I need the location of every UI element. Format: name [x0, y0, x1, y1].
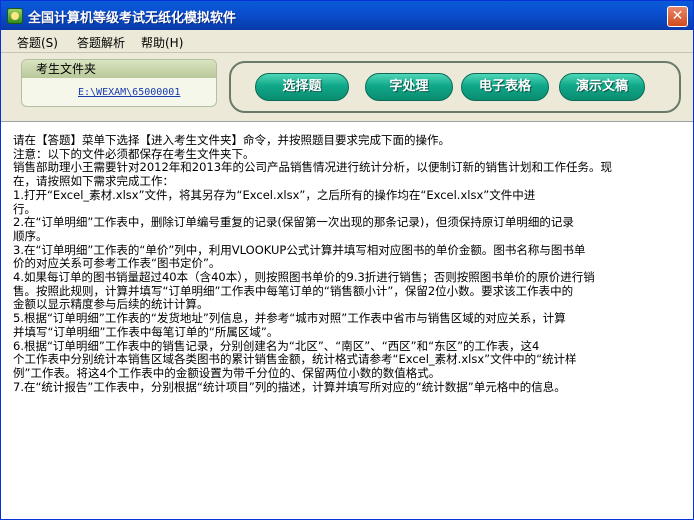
- presentation-button[interactable]: 演示文稿: [559, 73, 645, 101]
- close-button[interactable]: ✕: [667, 6, 688, 27]
- word-processing-button[interactable]: 字处理: [365, 73, 453, 101]
- top-panel: 考生文件夹 E:\WEXAM\65000001 选择题 字处理 电子表格 演示文…: [1, 53, 693, 121]
- question-line: 4.如果每订单的图书销量超过40本（含40本），则按照图书单价的9.3折进行销售…: [13, 271, 595, 285]
- question-line: 在，请按照如下需求完成工作：: [13, 175, 174, 189]
- question-line: 售。按照此规则，计算并填写“订单明细”工作表中每笔订单的“销售额小计”，保留2位…: [13, 284, 574, 298]
- question-text: 请在【答题】菜单下选择【进入考生文件夹】命令，并按照题目要求完成下面的操作。 注意…: [13, 134, 679, 394]
- title-bar[interactable]: 全国计算机等级考试无纸化模拟软件 ✕: [1, 1, 693, 30]
- app-window: 全国计算机等级考试无纸化模拟软件 ✕ 答题(S) 答题解析 帮助(H) 考生文件…: [0, 0, 694, 520]
- question-line: 行。: [13, 202, 36, 216]
- close-icon: ✕: [671, 8, 684, 24]
- question-line: 3.在“订单明细”工作表的“单价”列中，利用VLOOKUP公式计算并填写相对应图…: [13, 243, 586, 257]
- question-content: 请在【答题】菜单下选择【进入考生文件夹】命令，并按照题目要求完成下面的操作。 注意…: [1, 121, 693, 519]
- question-type-panel: 选择题 字处理 电子表格 演示文稿: [229, 61, 681, 113]
- question-line: 顺序。: [13, 229, 48, 243]
- question-line: 注意：以下的文件必须都保存在考生文件夹下。: [13, 147, 255, 161]
- question-line: 金额以显示精度参与后续的统计计算。: [13, 298, 209, 312]
- window-title: 全国计算机等级考试无纸化模拟软件: [28, 10, 237, 25]
- question-line: 例”工作表。将这4个工作表中的金额设置为带千分位的、保留两位小数的数值格式。: [13, 366, 441, 380]
- menu-bar: 答题(S) 答题解析 帮助(H): [1, 30, 693, 53]
- exam-folder-box: 考生文件夹 E:\WEXAM\65000001: [21, 59, 217, 107]
- exam-folder-link[interactable]: E:\WEXAM\65000001: [78, 87, 180, 98]
- question-line: 6.根据“订单明细”工作表中的销售记录，分别创建名为“北区”、“南区”、“西区”…: [13, 339, 540, 353]
- question-line: 2.在“订单明细”工作表中，删除订单编号重复的记录(保留第一次出现的那条记录)，…: [13, 216, 574, 230]
- spreadsheet-button[interactable]: 电子表格: [461, 73, 549, 101]
- question-line: 请在【答题】菜单下选择【进入考生文件夹】命令，并按照题目要求完成下面的操作。: [13, 134, 450, 147]
- menu-help[interactable]: 帮助(H): [141, 34, 183, 51]
- question-line: 1.打开“Excel_素材.xlsx”文件，将其另存为“Excel.xlsx”，…: [13, 188, 536, 202]
- question-line: 个工作表中分别统计本销售区域各类图书的累计销售金额，统计格式请参考“Excel_…: [13, 353, 577, 367]
- question-line: 价的对应关系可参考工作表“图书定价”。: [13, 257, 221, 271]
- app-icon: [7, 8, 23, 24]
- question-line: 5.根据“订单明细”工作表的“发货地址”列信息，并参考“城市对照”工作表中省市与…: [13, 312, 566, 326]
- question-line: 并填写“订单明细”工作表中每笔订单的“所属区域”。: [13, 325, 279, 339]
- question-line: 7.在“统计报告”工作表中，分别根据“统计项目”列的描述，计算并填写所对应的“统…: [13, 380, 566, 394]
- question-line: 销售部助理小王需要针对2012年和2013年的公司产品销售情况进行统计分析，以便…: [13, 161, 613, 175]
- choice-question-button[interactable]: 选择题: [255, 73, 349, 101]
- menu-answer-analysis[interactable]: 答题解析: [77, 34, 125, 51]
- exam-folder-label: 考生文件夹: [22, 60, 216, 78]
- menu-answer[interactable]: 答题(S): [17, 34, 58, 51]
